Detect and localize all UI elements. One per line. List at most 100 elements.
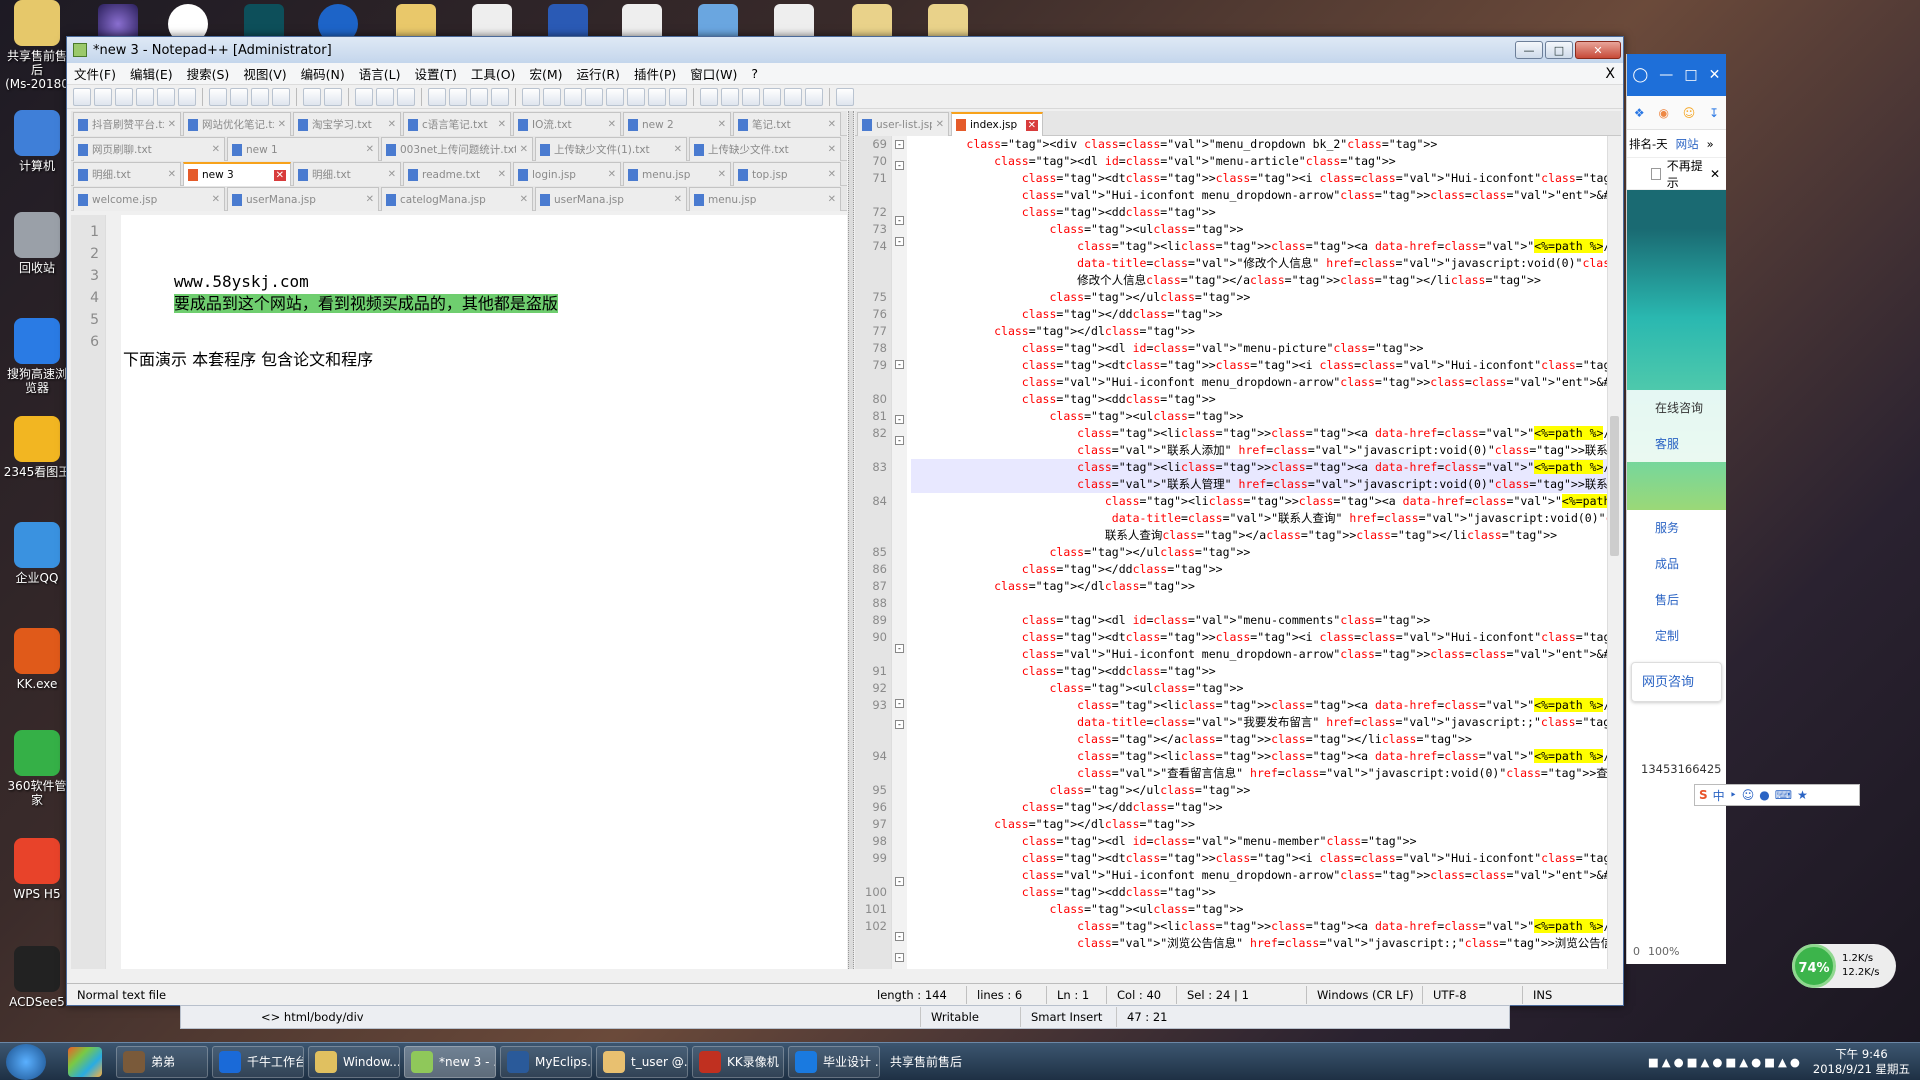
- bookmark-rank[interactable]: 排名-天: [1629, 136, 1668, 152]
- close-tab-icon[interactable]: ✕: [366, 194, 374, 205]
- code-line[interactable]: class="tag"></aclass="tag">>class="tag">…: [911, 731, 1607, 748]
- code-line[interactable]: class="val">"Hui-iconfont menu_dropdown-…: [911, 867, 1621, 884]
- bookmark-site[interactable]: 网站: [1676, 136, 1699, 152]
- code-line[interactable]: class="tag"><ddclass="tag">>: [911, 884, 1607, 901]
- fold-marker[interactable]: [892, 322, 907, 339]
- taskbar-button[interactable]: Window...: [308, 1045, 400, 1078]
- file-tab[interactable]: menu.jsp ✕: [623, 162, 731, 186]
- code-line[interactable]: class="tag"><ddclass="tag">>: [911, 391, 1607, 408]
- file-tab[interactable]: login.jsp ✕: [513, 162, 621, 186]
- menu-item[interactable]: 搜索(S): [180, 64, 237, 83]
- download-icon[interactable]: ↧: [1709, 106, 1719, 120]
- close-tab-icon[interactable]: ✕: [828, 194, 836, 205]
- close-tab-icon[interactable]: ✕: [1025, 119, 1038, 131]
- code-line[interactable]: class="tag"><ulclass="tag">>: [911, 408, 1607, 425]
- toolbar-button[interactable]: [428, 87, 446, 106]
- code-line[interactable]: class="tag"><dl id=class="val">"menu-art…: [911, 153, 1607, 170]
- taskbar-button[interactable]: *new 3 - ...: [404, 1045, 496, 1078]
- fold-marker[interactable]: [892, 856, 907, 873]
- fold-marker[interactable]: [892, 678, 907, 695]
- toolbar-button[interactable]: [376, 87, 394, 106]
- desktop-icon[interactable]: 计算机: [2, 110, 72, 173]
- code-line[interactable]: class="tag"><ddclass="tag">>: [911, 204, 1607, 221]
- fold-marker[interactable]: -: [892, 877, 907, 894]
- menu-item[interactable]: 设置(T): [407, 64, 463, 83]
- code-line[interactable]: class="tag"><ulclass="tag">>: [911, 680, 1607, 697]
- toolbar-button[interactable]: [606, 87, 624, 106]
- status-insert-mode[interactable]: INS: [1523, 986, 1562, 1004]
- fold-marker[interactable]: -: [892, 699, 907, 716]
- fold-marker[interactable]: -: [892, 360, 907, 377]
- right-editor[interactable]: 69 70 71 72 73 74 75 76 77 78 79 80 81 82 83 84 85 86 87 88…: [855, 136, 1621, 969]
- fold-marker[interactable]: -: [892, 140, 907, 157]
- taskbar-button[interactable]: 毕业设计 ...: [788, 1045, 880, 1078]
- code-line[interactable]: class="val">"浏览公告信息" href=class="val">"j…: [911, 935, 1621, 952]
- menu-item[interactable]: 视图(V): [236, 64, 293, 83]
- fold-marker[interactable]: [892, 822, 907, 839]
- fold-marker[interactable]: [892, 839, 907, 856]
- status-eol[interactable]: Windows (CR LF): [1307, 985, 1423, 1004]
- code-line[interactable]: class="tag"><liclass="tag">>class="tag">…: [911, 918, 1621, 935]
- fold-marker[interactable]: [892, 377, 907, 394]
- tools-icon[interactable]: ★: [1797, 788, 1808, 802]
- pane-splitter[interactable]: [848, 111, 854, 969]
- code-line[interactable]: class="tag"></ddclass="tag">>: [911, 561, 1607, 578]
- toolbar-button[interactable]: [251, 87, 269, 106]
- file-tab[interactable]: 003net上传问题统计.txt ✕: [381, 137, 533, 161]
- taskbar-button[interactable]: 共享售前售后: [884, 1046, 994, 1078]
- desktop-icon[interactable]: ACDSee5: [2, 946, 72, 1009]
- no-remind-checkbox[interactable]: [1651, 167, 1661, 180]
- fold-marker[interactable]: -: [892, 161, 907, 178]
- code-line[interactable]: class="tag"></ulclass="tag">>: [911, 782, 1607, 799]
- fold-marker[interactable]: [892, 195, 907, 212]
- desktop-icon[interactable]: 共享售前售后 (Ms-20180: [2, 0, 72, 91]
- code-line[interactable]: class="tag"><dl id=class="val">"menu-mem…: [911, 833, 1607, 850]
- code-line[interactable]: class="tag"></ddclass="tag">>: [911, 306, 1607, 323]
- menu-close-icon[interactable]: X: [1605, 66, 1615, 82]
- taskbar-button[interactable]: MyEclips...: [500, 1045, 592, 1078]
- code-line[interactable]: class="val">"联系人添加" href=class="val">"ja…: [911, 442, 1621, 459]
- maximize-button[interactable]: □: [1545, 41, 1573, 59]
- toolbar-button[interactable]: [700, 87, 718, 106]
- fold-marker[interactable]: [892, 453, 907, 470]
- taskbar-button[interactable]: 千牛工作台: [212, 1045, 304, 1078]
- code-line[interactable]: class="tag"><liclass="tag">>class="tag">…: [911, 459, 1621, 476]
- fold-marker[interactable]: [892, 254, 907, 271]
- scrollbar-thumb[interactable]: [1610, 416, 1619, 556]
- code-line[interactable]: class="tag"><dtclass="tag">>class="tag">…: [911, 629, 1621, 646]
- minimize-button[interactable]: —: [1515, 41, 1543, 59]
- file-tab[interactable]: new 3 ✕: [183, 162, 291, 186]
- start-button[interactable]: [6, 1043, 46, 1080]
- toolbar-button[interactable]: [355, 87, 373, 106]
- code-line[interactable]: class="tag"></dlclass="tag">>: [911, 323, 1607, 340]
- file-tab[interactable]: 上传缺少文件.txt ✕: [689, 137, 841, 161]
- menu-item[interactable]: 运行(R): [569, 64, 626, 83]
- close-tab-icon[interactable]: ✕: [388, 169, 396, 180]
- fold-marker[interactable]: [892, 661, 907, 678]
- file-tab[interactable]: 笔记.txt ✕: [733, 112, 841, 136]
- left-editor[interactable]: 1 2 3 4 5 6 www.58yskj.com 要成品到这个网站，看到视频买成品的，…: [71, 215, 847, 969]
- menu-item[interactable]: ?: [744, 66, 765, 81]
- fold-marker[interactable]: [892, 394, 907, 411]
- toolbar-button[interactable]: [805, 87, 823, 106]
- menu-item[interactable]: 编码(N): [294, 64, 352, 83]
- code-line[interactable]: class="val">"Hui-iconfont menu_dropdown-…: [911, 374, 1621, 391]
- close-tab-icon[interactable]: ✕: [212, 144, 220, 155]
- fold-marker[interactable]: -: [892, 644, 907, 661]
- code-line[interactable]: class="tag"><ulclass="tag">>: [911, 221, 1607, 238]
- fold-marker[interactable]: [892, 606, 907, 623]
- close-tab-icon[interactable]: ✕: [388, 119, 396, 130]
- code-line[interactable]: class="tag"><div class=class="val">"menu…: [911, 136, 1607, 153]
- fold-marker[interactable]: -: [892, 436, 907, 453]
- fold-marker[interactable]: -: [892, 216, 907, 233]
- left-code[interactable]: www.58yskj.com 要成品到这个网站，看到视频买成品的，其他都是盗版 …: [123, 215, 847, 969]
- fold-marker[interactable]: [892, 470, 907, 487]
- toolbar-button[interactable]: [543, 87, 561, 106]
- fold-marker[interactable]: [892, 805, 907, 822]
- close-tab-icon[interactable]: ✕: [608, 169, 616, 180]
- code-line[interactable]: class="tag"></ddclass="tag">>: [911, 799, 1607, 816]
- code-line[interactable]: class="tag"><dl id=class="val">"menu-pic…: [911, 340, 1607, 357]
- fold-marker[interactable]: [892, 589, 907, 606]
- fold-marker[interactable]: [892, 555, 907, 572]
- toolbar-button[interactable]: [209, 87, 227, 106]
